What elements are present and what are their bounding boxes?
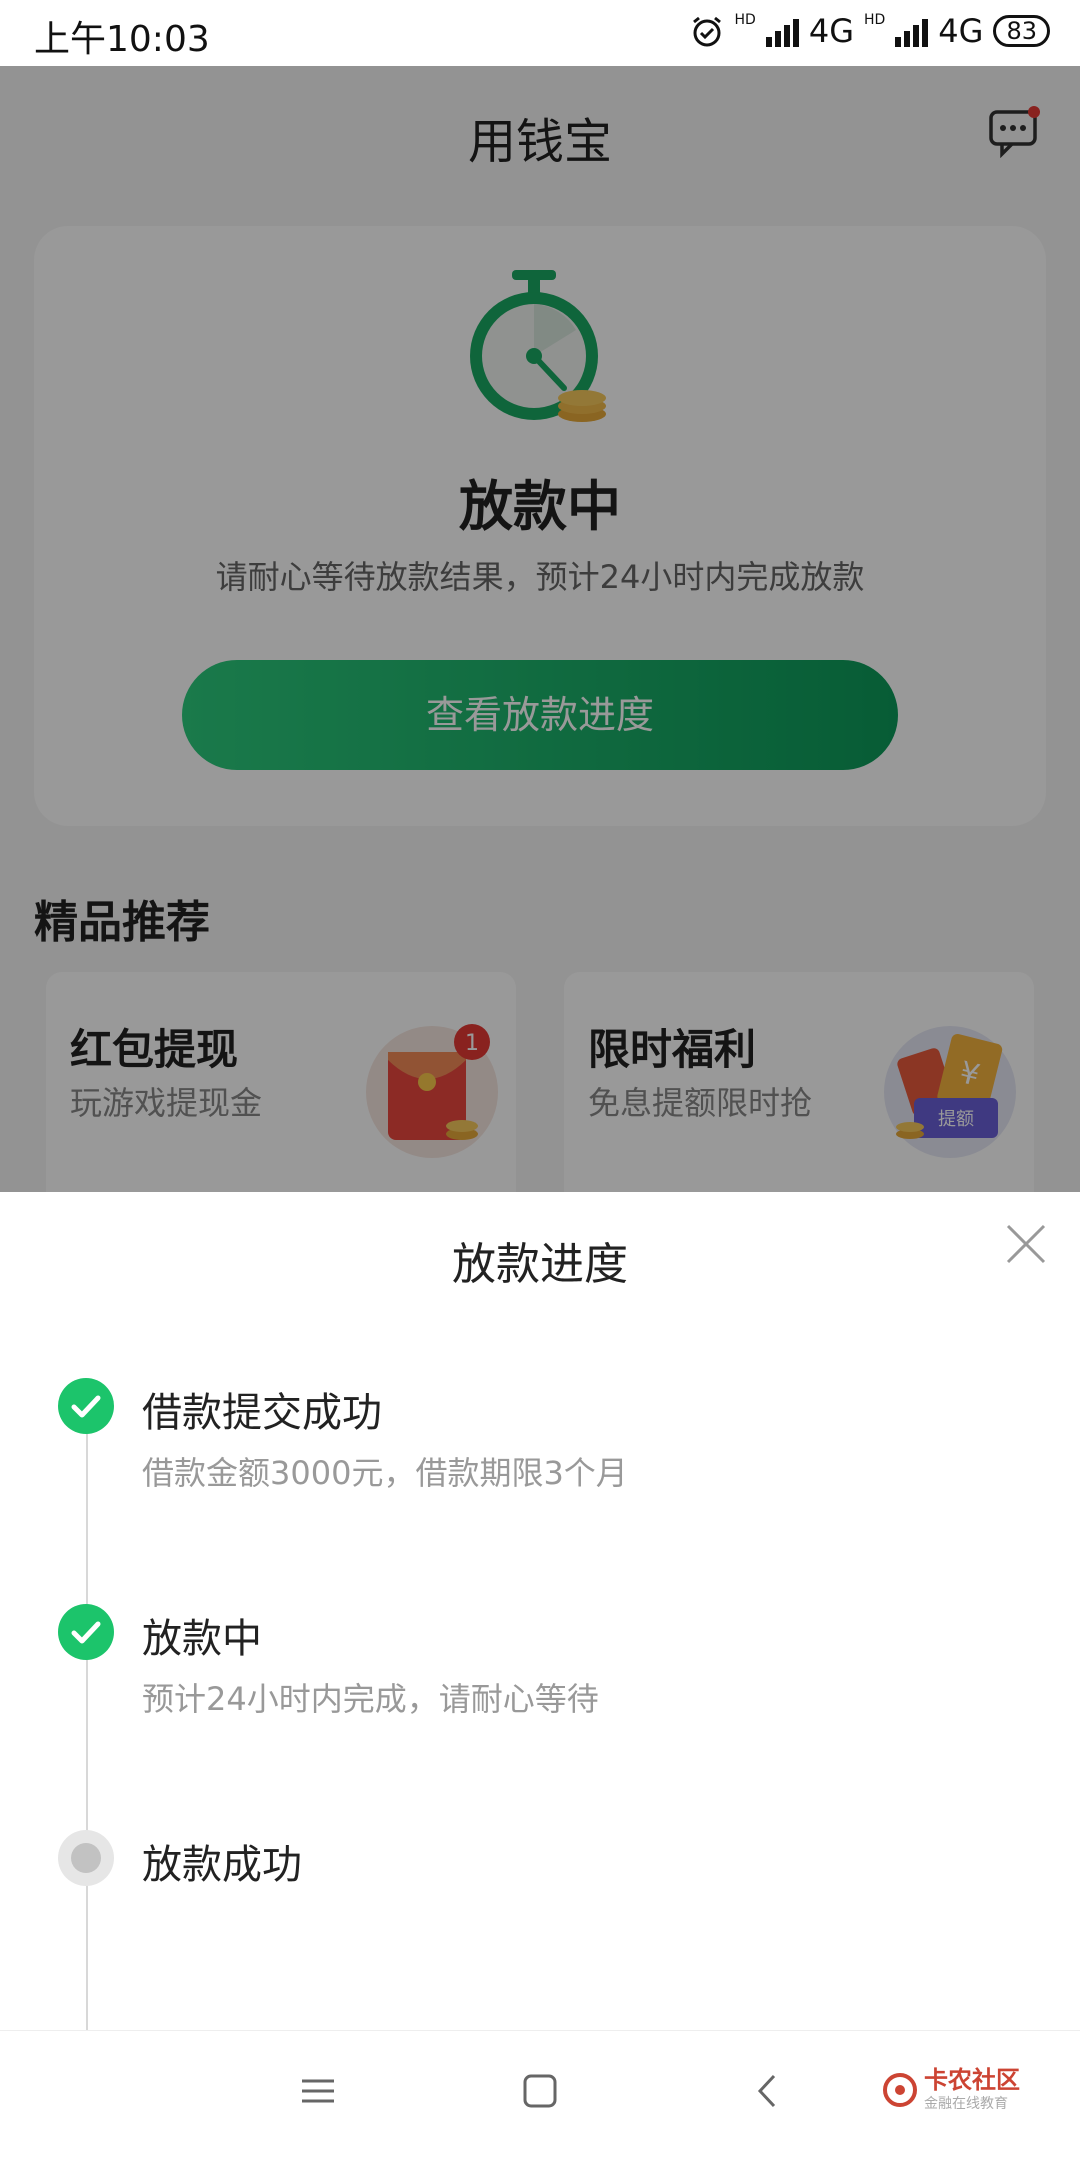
system-nav-bar: 卡农社区 金融在线教育 bbox=[0, 2030, 1080, 2161]
watermark: 卡农社区 金融在线教育 bbox=[882, 2067, 1020, 2113]
step-desc: 借款金额3000元，借款期限3个月 bbox=[142, 1454, 628, 1492]
signal-icon-2 bbox=[895, 15, 929, 47]
step-done-icon bbox=[58, 1378, 114, 1434]
watermark-subtext: 金融在线教育 bbox=[924, 2096, 1008, 2112]
home-icon[interactable] bbox=[522, 2073, 558, 2109]
menu-icon[interactable] bbox=[300, 2073, 336, 2109]
status-icons: HD 4G HD 4G 83 bbox=[689, 12, 1050, 50]
step-title: 放款成功 bbox=[142, 1842, 302, 1888]
hd-label-1: HD bbox=[734, 12, 756, 28]
network-label-2: 4G bbox=[938, 12, 984, 50]
progress-bottom-sheet: 放款进度 借款提交成功 借款金额3000元，借款期限3个月 放款中 预计24小时… bbox=[0, 1192, 1080, 2072]
watermark-logo-icon bbox=[883, 2073, 917, 2107]
step-done-icon bbox=[58, 1604, 114, 1660]
hd-label-2: HD bbox=[863, 12, 886, 28]
back-icon[interactable] bbox=[752, 2073, 782, 2109]
step-title: 放款中 bbox=[142, 1616, 262, 1662]
network-label-1: 4G bbox=[808, 12, 854, 50]
sheet-title: 放款进度 bbox=[452, 1239, 628, 1290]
status-time: 上午10:03 bbox=[34, 19, 210, 60]
watermark-text: 卡农社区 bbox=[924, 2066, 1020, 2094]
step-pending-icon bbox=[58, 1830, 114, 1886]
alarm-icon bbox=[692, 16, 721, 47]
step-title: 借款提交成功 bbox=[142, 1390, 382, 1436]
signal-icon-1 bbox=[765, 15, 799, 47]
modal-backdrop[interactable] bbox=[0, 66, 1080, 1196]
battery-indicator: 83 bbox=[993, 15, 1050, 47]
status-bar: 上午10:03 HD 4G HD 4G 83 bbox=[0, 0, 1080, 66]
timeline-line bbox=[86, 1432, 88, 2072]
close-icon[interactable] bbox=[1004, 1222, 1048, 1266]
step-desc: 预计24小时内完成，请耐心等待 bbox=[142, 1680, 599, 1718]
